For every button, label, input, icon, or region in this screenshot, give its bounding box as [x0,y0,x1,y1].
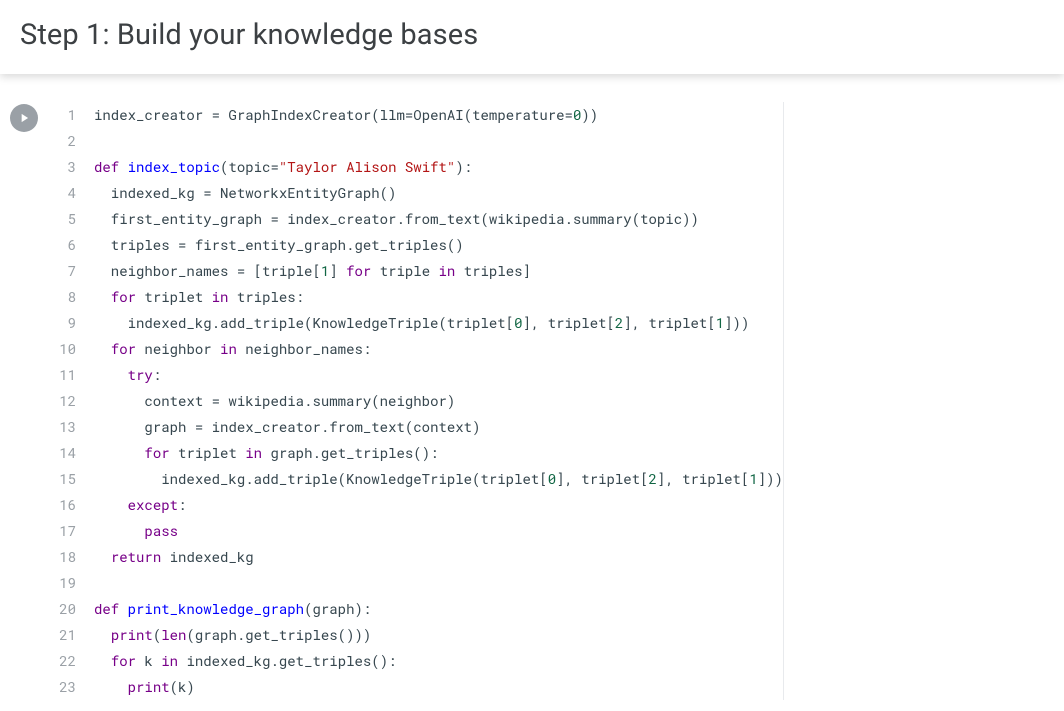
line-number: 6 [52,232,76,258]
code-line: context = wikipedia.summary(neighbor) [94,388,783,414]
line-number: 8 [52,284,76,310]
code-line: neighbor_names = [triple[1] for triple i… [94,258,783,284]
line-number: 12 [52,388,76,414]
line-number-gutter: 1234567891011121314151617181920212223 [52,102,86,700]
line-number: 19 [52,570,76,596]
code-line: pass [94,518,783,544]
line-number: 7 [52,258,76,284]
code-line: def index_topic(topic="Taylor Alison Swi… [94,154,783,180]
code-line: for triplet in triples: [94,284,783,310]
line-number: 16 [52,492,76,518]
line-number: 10 [52,336,76,362]
section-title: Step 1: Build your knowledge bases [20,18,1044,52]
run-cell-button[interactable] [10,104,38,132]
line-number: 11 [52,362,76,388]
line-number: 13 [52,414,76,440]
line-number: 18 [52,544,76,570]
code-line: try: [94,362,783,388]
code-line: indexed_kg.add_triple(KnowledgeTriple(tr… [94,310,783,336]
code-line: triples = first_entity_graph.get_triples… [94,232,783,258]
line-number: 4 [52,180,76,206]
code-line: print(k) [94,674,783,700]
line-number: 14 [52,440,76,466]
play-icon [17,111,31,125]
line-number: 22 [52,648,76,674]
code-line: graph = index_creator.from_text(context) [94,414,783,440]
line-number: 20 [52,596,76,622]
line-number: 5 [52,206,76,232]
code-line: print(len(graph.get_triples())) [94,622,783,648]
code-line: except: [94,492,783,518]
code-line: first_entity_graph = index_creator.from_… [94,206,783,232]
line-number: 15 [52,466,76,492]
code-editor[interactable]: index_creator = GraphIndexCreator(llm=Op… [86,102,784,700]
code-line [94,128,783,154]
line-number: 9 [52,310,76,336]
code-line: for neighbor in neighbor_names: [94,336,783,362]
line-number: 21 [52,622,76,648]
code-line: return indexed_kg [94,544,783,570]
code-line: indexed_kg.add_triple(KnowledgeTriple(tr… [94,466,783,492]
line-number: 2 [52,128,76,154]
line-number: 1 [52,102,76,128]
code-line: indexed_kg = NetworkxEntityGraph() [94,180,783,206]
line-number: 17 [52,518,76,544]
code-cell: 1234567891011121314151617181920212223 in… [0,102,1064,700]
section-header: Step 1: Build your knowledge bases [0,0,1064,74]
code-line: for k in indexed_kg.get_triples(): [94,648,783,674]
code-line: for triplet in graph.get_triples(): [94,440,783,466]
line-number: 3 [52,154,76,180]
code-line: index_creator = GraphIndexCreator(llm=Op… [94,102,783,128]
code-line: def print_knowledge_graph(graph): [94,596,783,622]
line-number: 23 [52,674,76,700]
code-line [94,570,783,596]
